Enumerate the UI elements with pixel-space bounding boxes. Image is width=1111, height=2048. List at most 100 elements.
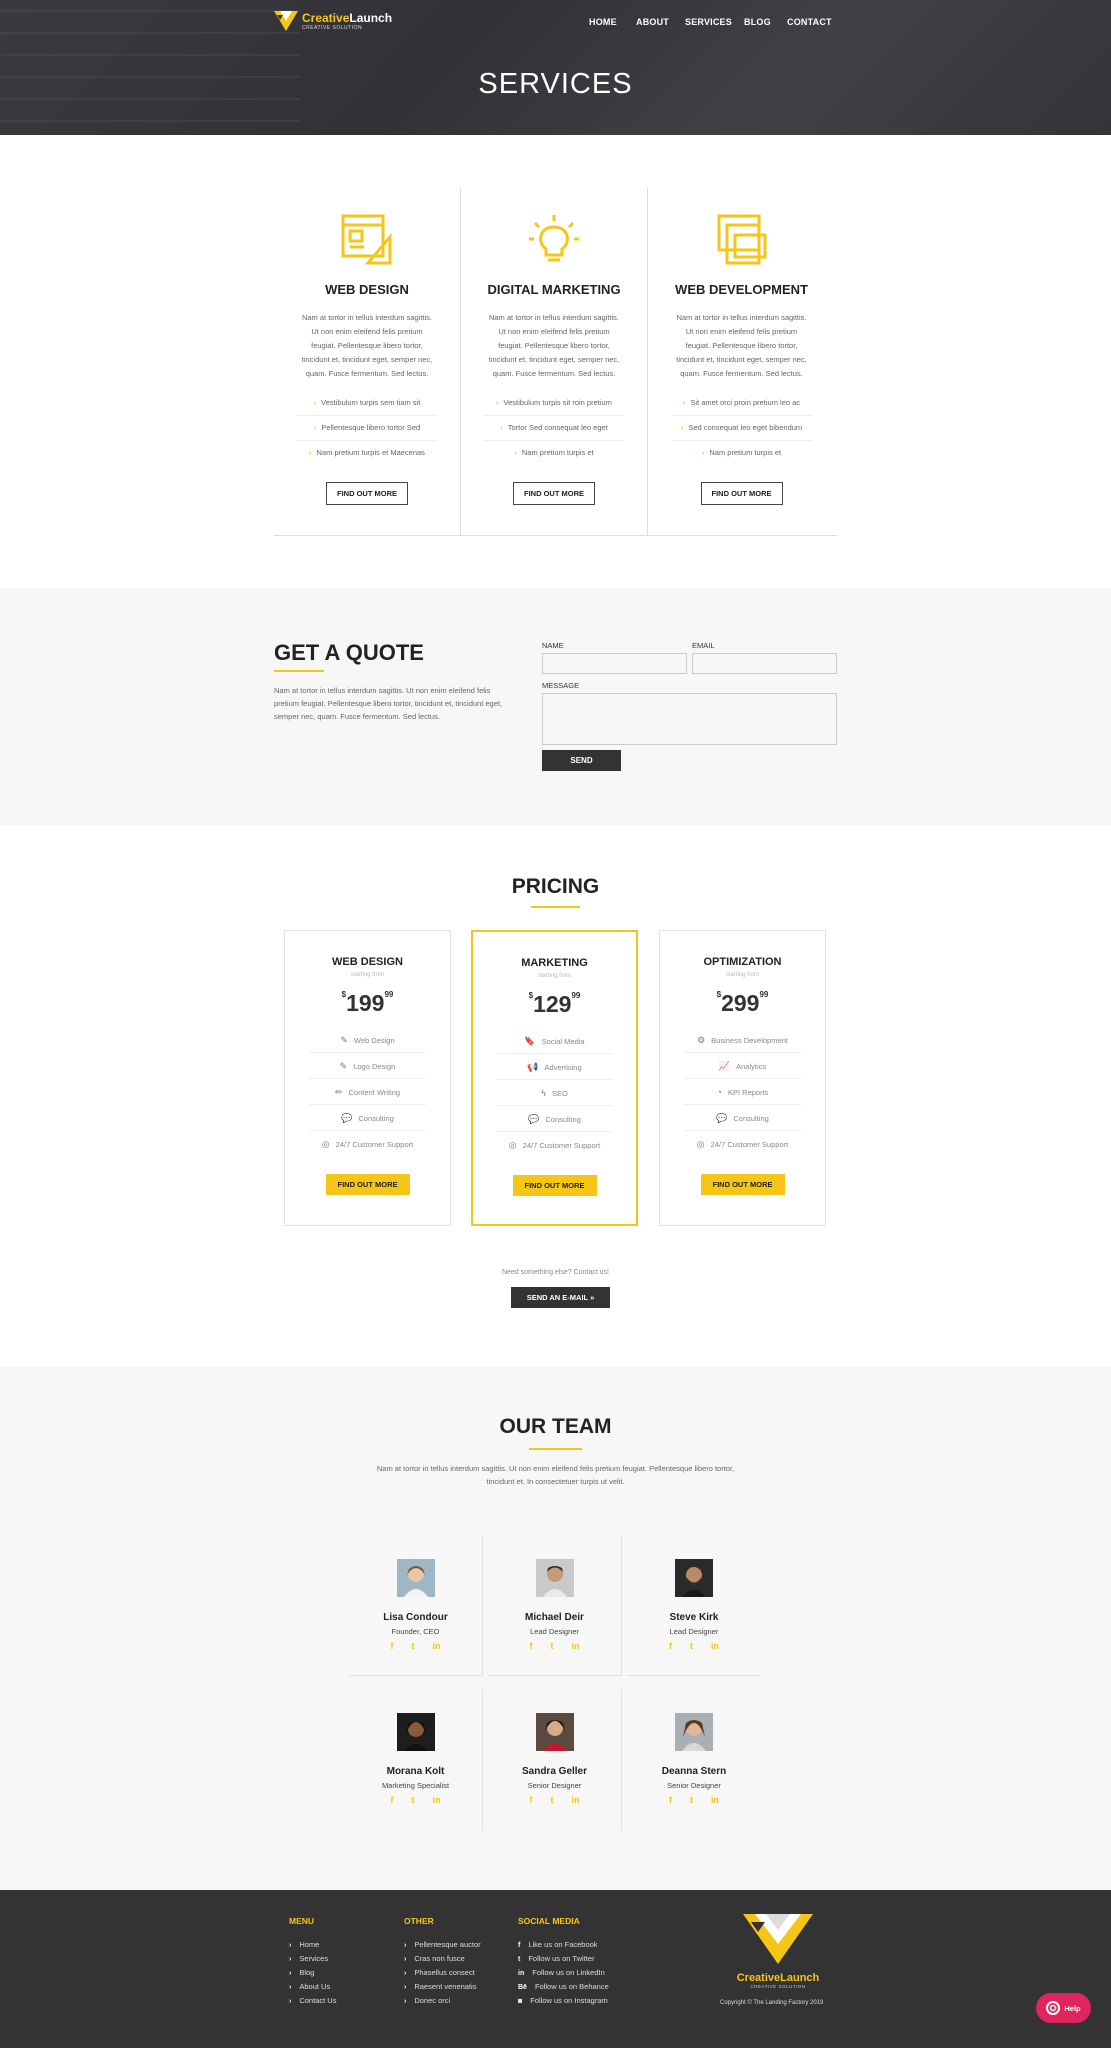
twitter-icon[interactable]: t [551, 1795, 554, 1805]
footer-social-link[interactable]: f Like us on Facebook [518, 1938, 609, 1952]
footer-link[interactable]: › Raesent venenatis [404, 1980, 481, 1994]
facebook-icon[interactable]: f [391, 1795, 394, 1805]
facebook-icon[interactable]: f [669, 1795, 672, 1805]
avatar [535, 1559, 574, 1597]
linkedin-icon[interactable]: in [433, 1641, 441, 1651]
service-item: › Sit amet orci proin pretium leo ac [671, 391, 812, 416]
service-text: Nam at tortor in tellus interdum sagitti… [488, 313, 620, 378]
linkedin-icon: in [518, 1970, 525, 1977]
footer-other-title: OTHER [404, 1916, 434, 1926]
twitter-icon[interactable]: t [412, 1795, 415, 1805]
footer-link[interactable]: › Home [289, 1938, 336, 1952]
team-member-card: Deanna Stern Senior Designer f t in [627, 1689, 761, 1830]
plan-feature: 💬 Consulting [684, 1105, 801, 1131]
team-member-card: Sandra Geller Senior Designer f t in [488, 1689, 622, 1830]
name-field[interactable] [542, 653, 687, 674]
facebook-icon[interactable]: f [530, 1641, 533, 1651]
footer-link[interactable]: › About Us [289, 1980, 336, 1994]
footer-link[interactable]: › Services [289, 1952, 336, 1966]
find-out-more-button[interactable]: FIND OUT MORE [326, 482, 408, 505]
nav-blog[interactable]: BLOG [744, 17, 771, 27]
footer-link[interactable]: › Phasellus consect [404, 1966, 481, 1980]
footer-link[interactable]: › Pellentesque auctor [404, 1938, 481, 1952]
facebook-icon[interactable]: f [391, 1641, 394, 1651]
plan-feature: ✎ Logo Design [309, 1053, 426, 1079]
plan-feature: 🔖 Social Media [496, 1028, 613, 1054]
edit-icon: ✎ [340, 1035, 348, 1045]
divider [274, 535, 837, 536]
comments-icon: 💬 [528, 1114, 540, 1124]
help-button[interactable]: Help [1036, 1993, 1091, 2023]
footer-link[interactable]: › Blog [289, 1966, 336, 1980]
facebook-icon[interactable]: f [530, 1795, 533, 1805]
service-item: › Vestibulum turpis sem tiam sit [297, 391, 437, 416]
nav-services[interactable]: SERVICES [685, 17, 732, 27]
pricing-card: WEB DESIGN starting from $19999 ✎ Web Des… [284, 930, 451, 1226]
send-email-button[interactable]: SEND AN E-MAIL » [511, 1287, 610, 1308]
title-underline [274, 670, 324, 672]
linkedin-icon[interactable]: in [711, 1641, 719, 1651]
facebook-icon: f [518, 1942, 521, 1949]
member-role: Senior Designer [527, 1781, 582, 1790]
facebook-icon[interactable]: f [669, 1641, 672, 1651]
find-out-more-button[interactable]: FIND OUT MORE [700, 1174, 785, 1195]
linkedin-icon[interactable]: in [572, 1795, 580, 1805]
page-title: SERVICES [478, 68, 633, 100]
linkedin-icon[interactable]: in [572, 1641, 580, 1651]
starting-from: starting from [725, 972, 760, 978]
find-out-more-button[interactable]: FIND OUT MORE [513, 482, 595, 505]
chevron-right-icon: › [289, 1984, 292, 1991]
twitter-icon[interactable]: t [551, 1641, 554, 1651]
footer-social-link[interactable]: t Follow us on Twitter [518, 1952, 609, 1966]
chevron-right-icon: › [404, 1942, 407, 1949]
member-role: Lead Designer [669, 1627, 719, 1636]
nav-contact[interactable]: CONTACT [787, 17, 832, 27]
nav-about[interactable]: ABOUT [636, 17, 669, 27]
service-card: DIGITAL MARKETING Nam at tortor in tellu… [461, 188, 648, 535]
quote-section: GET A QUOTE Nam at tortor in tellus inte… [0, 588, 1111, 825]
lightbulb-icon [529, 215, 579, 262]
chevron-right-icon: › [289, 1942, 292, 1949]
nav-home[interactable]: HOME [589, 17, 617, 27]
twitter-icon[interactable]: t [690, 1641, 693, 1651]
line-chart-icon: 📈 [718, 1061, 731, 1071]
plan-price: $12999 [528, 991, 581, 1017]
member-role: Founder, CEO [391, 1627, 440, 1636]
linkedin-icon[interactable]: in [711, 1795, 719, 1805]
quote-title: GET A QUOTE [274, 640, 424, 665]
page: CreativeLaunch CREATIVE SOLUTION HOME AB… [0, 0, 1111, 2048]
member-name: Steve Kirk [669, 1612, 719, 1623]
footer-link[interactable]: › Cras non fusce [404, 1952, 481, 1966]
twitter-icon[interactable]: t [690, 1795, 693, 1805]
service-text: Nam at tortor in tellus interdum sagitti… [301, 313, 433, 378]
find-out-more-button[interactable]: FIND OUT MORE [512, 1175, 597, 1196]
pricing-card: OPTIMIZATION starting from $29999 ⚙ Busin… [659, 930, 826, 1226]
title-underline [529, 1448, 582, 1450]
plan-price: $19999 [341, 990, 394, 1016]
twitter-icon: t [518, 1956, 521, 1963]
footer-logo[interactable]: CreativeLaunch CREATIVE SOLUTION [733, 1914, 823, 1989]
footer-social-link[interactable]: in Follow us on LinkedIn [518, 1966, 609, 1980]
find-out-more-button[interactable]: FIND OUT MORE [325, 1174, 410, 1195]
footer-social-link[interactable]: Bē Follow us on Behance [518, 1980, 609, 1994]
avatar [535, 1713, 574, 1751]
footer-link[interactable]: › Contact Us [289, 1994, 336, 2008]
footer-menu-title: MENU [289, 1916, 315, 1926]
name-label: NAME [542, 641, 564, 650]
service-item: › Nam pretium turpis et [514, 448, 594, 457]
bullhorn-icon: 📢 [527, 1062, 539, 1072]
send-button[interactable]: SEND [542, 750, 621, 771]
message-field[interactable] [542, 693, 837, 745]
footer-link[interactable]: › Donec orci [404, 1994, 481, 2008]
member-name: Sandra Geller [521, 1766, 588, 1777]
chevron-right-icon: › [404, 1956, 407, 1963]
footer-social-link[interactable]: ◙ Follow us on Instagram [518, 1994, 609, 2008]
find-out-more-button[interactable]: FIND OUT MORE [700, 482, 783, 505]
message-label: MESSAGE [542, 681, 580, 690]
logo-icon [743, 1914, 813, 1964]
team-member-card: Lisa Condour Founder, CEO f t in [349, 1535, 483, 1676]
linkedin-icon[interactable]: in [433, 1795, 441, 1805]
twitter-icon[interactable]: t [412, 1641, 415, 1651]
service-card: WEB DESIGN Nam at tortor in tellus inter… [274, 188, 461, 535]
email-field[interactable] [692, 653, 837, 674]
